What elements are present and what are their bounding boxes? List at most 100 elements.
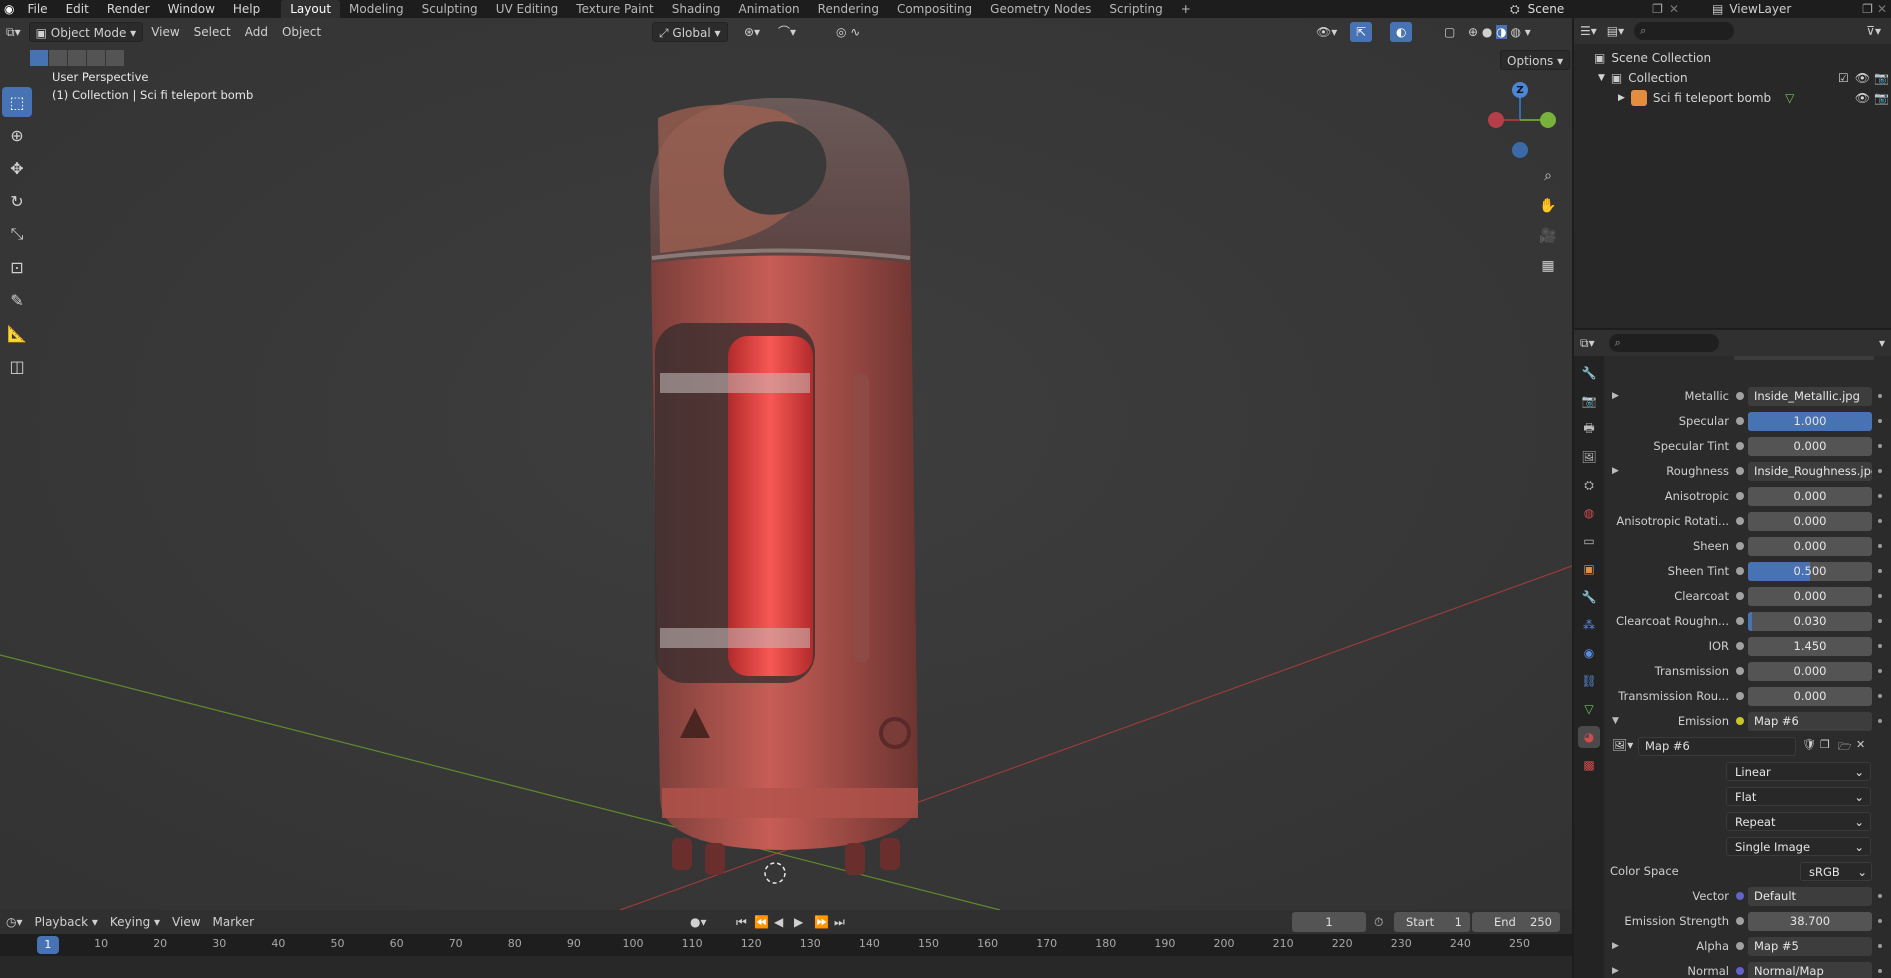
tool-tab-icon[interactable]: 🔧 bbox=[1578, 362, 1600, 384]
tab-sculpting[interactable]: Sculpting bbox=[413, 0, 487, 18]
properties-options-icon[interactable]: ▾ bbox=[1879, 336, 1885, 350]
outliner-display-mode-icon[interactable]: ▤▾ bbox=[1607, 24, 1624, 38]
tab-modeling[interactable]: Modeling bbox=[340, 0, 413, 18]
socket-icon[interactable] bbox=[1736, 567, 1744, 575]
socket-icon[interactable] bbox=[1736, 892, 1744, 900]
options-dropdown[interactable]: Options ▾ bbox=[1500, 50, 1571, 70]
menu-playback[interactable]: Playback ▾ bbox=[29, 912, 104, 932]
gizmo-toggle-icon[interactable]: ⇱ bbox=[1350, 22, 1373, 42]
number-field[interactable]: 0.000 bbox=[1748, 662, 1872, 681]
keyframe-dot-icon[interactable] bbox=[1878, 719, 1882, 723]
tab-uv-editing[interactable]: UV Editing bbox=[487, 0, 568, 18]
pivot-icon[interactable]: ⊛▾ bbox=[738, 22, 766, 42]
select-invert-icon[interactable] bbox=[87, 50, 105, 66]
play-icon[interactable]: ▶ bbox=[788, 912, 809, 932]
tab-compositing[interactable]: Compositing bbox=[888, 0, 981, 18]
number-field[interactable]: 0.000 bbox=[1748, 487, 1872, 506]
number-field[interactable]: 0.000 bbox=[1748, 437, 1872, 456]
texture-tab-icon[interactable]: ▩ bbox=[1578, 754, 1600, 776]
keyframe-dot-icon[interactable] bbox=[1878, 494, 1882, 498]
number-field[interactable]: 0.030 bbox=[1748, 612, 1872, 631]
keyframe-dot-icon[interactable] bbox=[1878, 944, 1882, 948]
linked-input-field[interactable]: Map #5 bbox=[1748, 937, 1872, 956]
select-subtract-icon[interactable] bbox=[68, 50, 86, 66]
viewlayer-selector[interactable]: ▤ ViewLayer ❐ ✕ bbox=[1712, 0, 1891, 18]
rotate-tool-icon[interactable]: ↻ bbox=[2, 186, 32, 216]
timeline-ruler[interactable]: 10 20 30 40 50 60 70 80 90 100 110 120 130 140 150 160 1… bbox=[0, 934, 1572, 956]
blender-logo-icon[interactable]: ◉ bbox=[0, 0, 18, 18]
transform-orientation-dropdown[interactable]: ⤢ Global ▾ bbox=[652, 22, 728, 42]
outliner-scene-collection[interactable]: ▣ Scene Collection bbox=[1574, 48, 1891, 68]
select-extend-icon[interactable] bbox=[49, 50, 67, 66]
object-tab-icon[interactable]: ▣ bbox=[1578, 558, 1600, 580]
number-field[interactable]: 0.000 bbox=[1748, 537, 1872, 556]
menu-timeline-view[interactable]: View bbox=[166, 912, 206, 932]
color-space-dropdown[interactable]: sRGB ⌄ bbox=[1800, 862, 1872, 881]
outliner-object[interactable]: ▶ Sci fi teleport bomb ▽ 👁 📷 bbox=[1574, 88, 1891, 108]
keyframe-dot-icon[interactable] bbox=[1878, 894, 1882, 898]
fake-user-icon[interactable]: 🛡 bbox=[1802, 738, 1816, 751]
socket-icon[interactable] bbox=[1736, 617, 1744, 625]
physics-tab-icon[interactable]: ◉ bbox=[1578, 642, 1600, 664]
collection-camera-icon[interactable]: 📷 bbox=[1874, 71, 1889, 85]
expand-arrow-icon[interactable]: ▶ bbox=[1612, 461, 1619, 481]
interpolation-dropdown[interactable]: Linear ⌄ bbox=[1726, 762, 1871, 781]
collection-checkbox-icon[interactable]: ☑ bbox=[1838, 71, 1849, 85]
menu-help[interactable]: Help bbox=[224, 0, 269, 18]
tab-layout[interactable]: Layout bbox=[281, 0, 341, 18]
keyframe-dot-icon[interactable] bbox=[1878, 694, 1882, 698]
expand-arrow-icon[interactable]: ▶ bbox=[1612, 386, 1619, 406]
cursor-tool-icon[interactable]: ⊕ bbox=[2, 120, 32, 150]
transform-tool-icon[interactable]: ⊡ bbox=[2, 252, 32, 282]
keyframe-dot-icon[interactable] bbox=[1878, 569, 1882, 573]
keyframe-dot-icon[interactable] bbox=[1878, 594, 1882, 598]
properties-editor-type-icon[interactable]: ⧉▾ bbox=[1580, 336, 1595, 351]
tab-scripting[interactable]: Scripting bbox=[1100, 0, 1171, 18]
outliner-collection[interactable]: ▼ ▣ Collection ☑ 👁 📷 bbox=[1574, 68, 1891, 88]
object-camera-icon[interactable]: 📷 bbox=[1874, 91, 1889, 105]
number-field[interactable]: 1.000 bbox=[1748, 412, 1872, 431]
modifier-tab-icon[interactable]: 🔧 bbox=[1578, 586, 1600, 608]
keyframe-dot-icon[interactable] bbox=[1878, 919, 1882, 923]
menu-edit[interactable]: Edit bbox=[57, 0, 98, 18]
socket-icon[interactable] bbox=[1736, 967, 1744, 975]
selection-mode-icons[interactable] bbox=[30, 50, 124, 66]
move-tool-icon[interactable]: ✥ bbox=[2, 153, 32, 183]
end-frame-field[interactable]: End 250 bbox=[1472, 912, 1560, 932]
navigation-gizmo[interactable]: Z bbox=[1488, 80, 1560, 160]
visibility-icon[interactable]: 👁▾ bbox=[1310, 22, 1343, 42]
tab-animation[interactable]: Animation bbox=[729, 0, 808, 18]
keyframe-dot-icon[interactable] bbox=[1878, 644, 1882, 648]
properties-search-input[interactable]: ⌕ bbox=[1608, 334, 1719, 352]
ortho-grid-icon[interactable]: ▦ bbox=[1536, 254, 1560, 278]
keyframe-dot-icon[interactable] bbox=[1878, 419, 1882, 423]
expand-arrow-icon[interactable]: ▶ bbox=[1612, 936, 1619, 956]
menu-object[interactable]: Object bbox=[276, 22, 327, 42]
number-field[interactable]: 38.700 bbox=[1748, 912, 1872, 931]
select-new-icon[interactable] bbox=[30, 50, 48, 66]
scene-selector[interactable]: ⛭ Scene ❐ ✕ bbox=[1510, 0, 1685, 18]
object-mode-dropdown[interactable]: ▣ Object Mode ▾ bbox=[28, 22, 144, 42]
socket-icon[interactable] bbox=[1736, 392, 1744, 400]
socket-icon[interactable] bbox=[1736, 592, 1744, 600]
shading-modes-icon[interactable]: ⊕ ● ◑ ◍ ▾ bbox=[1462, 22, 1537, 42]
projection-dropdown[interactable]: Flat ⌄ bbox=[1726, 787, 1871, 806]
add-workspace-icon[interactable]: + bbox=[1172, 0, 1200, 18]
scene-copy-icon[interactable]: ❐ bbox=[1652, 2, 1663, 16]
select-box-tool-icon[interactable]: ⬚ bbox=[2, 87, 32, 117]
material-tab-icon[interactable]: ◕ bbox=[1578, 726, 1600, 748]
current-frame-field[interactable]: 1 bbox=[1292, 912, 1366, 932]
timeline-editor-type-icon[interactable]: ◷▾ bbox=[0, 912, 29, 932]
keyframe-dot-icon[interactable] bbox=[1878, 469, 1882, 473]
gizmo-y-icon[interactable] bbox=[1540, 112, 1556, 128]
open-image-icon[interactable]: 🗁 bbox=[1838, 738, 1852, 757]
menu-window[interactable]: Window bbox=[159, 0, 224, 18]
socket-icon[interactable] bbox=[1736, 917, 1744, 925]
socket-icon[interactable] bbox=[1736, 417, 1744, 425]
record-icon[interactable]: ●▾ bbox=[684, 912, 713, 932]
menu-select[interactable]: Select bbox=[188, 22, 237, 42]
number-field[interactable]: 0.000 bbox=[1748, 687, 1872, 706]
keyframe-dot-icon[interactable] bbox=[1878, 969, 1882, 973]
image-name-field[interactable]: Map #6 bbox=[1638, 737, 1796, 756]
scale-tool-icon[interactable]: ⤡ bbox=[2, 219, 32, 249]
